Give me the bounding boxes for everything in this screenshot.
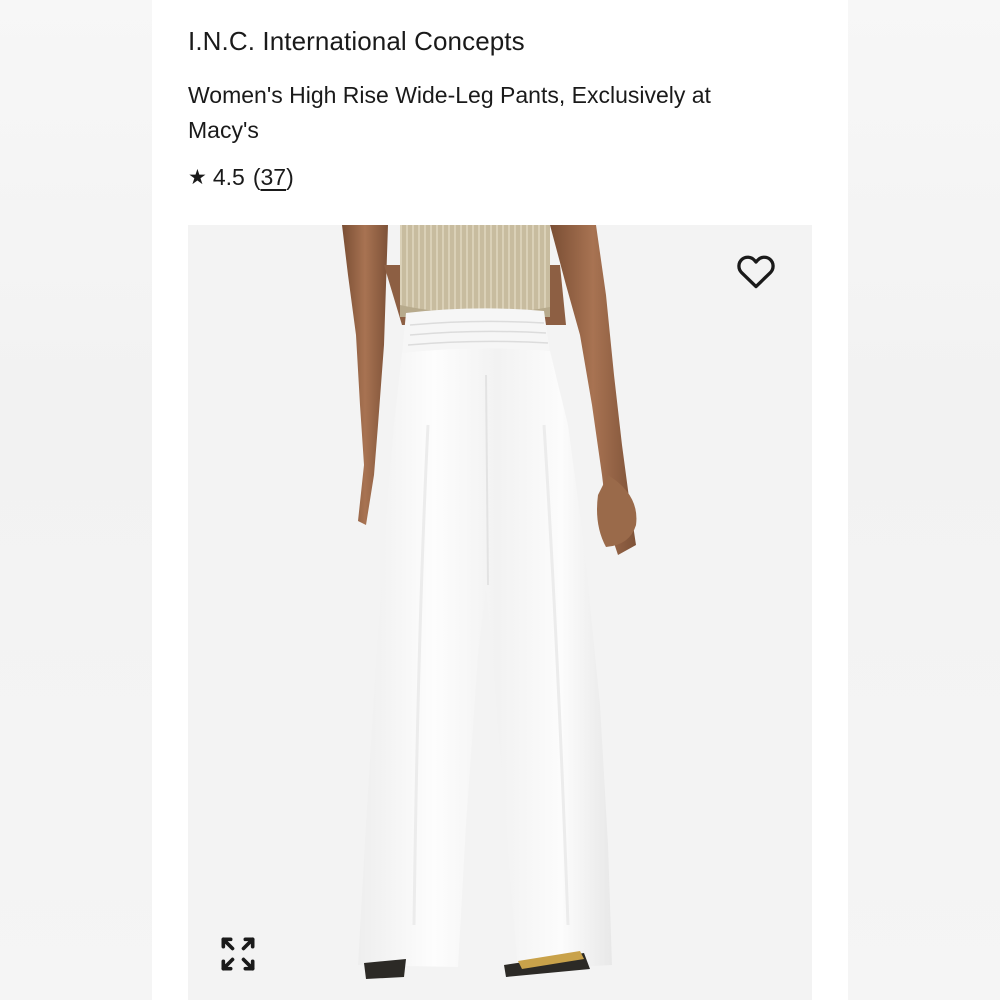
rating: ★ 4.5 (37): [188, 164, 294, 191]
product-card: I.N.C. International Concepts Women's Hi…: [152, 0, 848, 1000]
rating-open-paren: (: [252, 164, 261, 190]
rating-close-paren: ): [286, 164, 294, 190]
star-icon: ★: [188, 166, 207, 189]
background-right: [848, 0, 1000, 1000]
rating-value: 4.5: [212, 164, 245, 190]
wishlist-heart-icon[interactable]: [734, 249, 778, 293]
background-left: [0, 0, 152, 1000]
product-photo: [342, 225, 637, 979]
product-image[interactable]: [188, 225, 812, 1000]
product-title: Women's High Rise Wide-Leg Pants, Exclus…: [188, 82, 711, 143]
brand-name[interactable]: I.N.C. International Concepts: [188, 26, 525, 57]
expand-arrows-icon[interactable]: [216, 932, 260, 976]
review-count-link[interactable]: 37: [260, 164, 286, 191]
